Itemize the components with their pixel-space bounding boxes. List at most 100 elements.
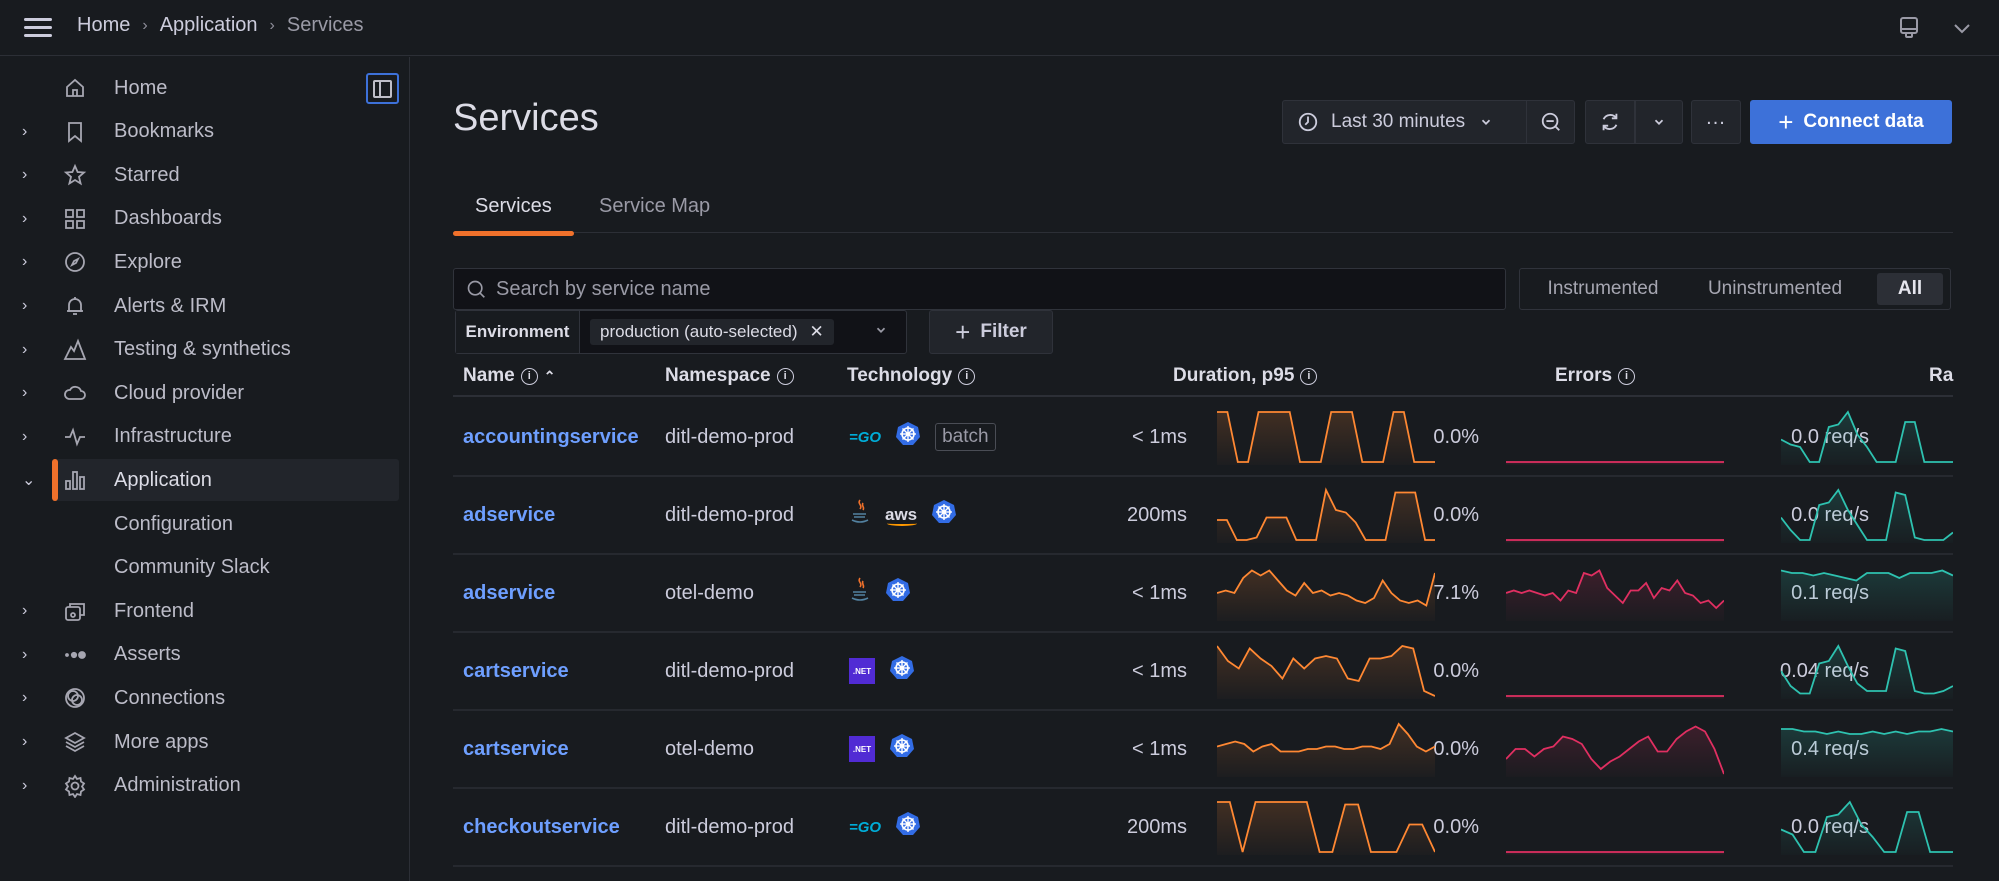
chevron-right-icon[interactable]: › [22, 602, 36, 620]
chevron-right-icon[interactable]: › [22, 297, 36, 315]
column-rate[interactable]: Ra [1929, 365, 1953, 387]
kiosk-icon[interactable] [1897, 16, 1921, 40]
chevron-right-icon[interactable]: › [22, 166, 36, 184]
sidebar-item-infrastructure[interactable]: › Infrastructure [0, 416, 400, 458]
sidebar-item-configuration[interactable]: Configuration [0, 503, 400, 545]
sidebar-item-bookmarks[interactable]: › Bookmarks [0, 111, 400, 153]
segment-uninstrumented[interactable]: Uninstrumented [1690, 273, 1860, 305]
more-options-button[interactable]: ... [1691, 100, 1741, 144]
kubernetes-icon [931, 499, 957, 531]
chevron-right-icon[interactable]: › [22, 428, 36, 446]
info-icon[interactable]: i [958, 367, 976, 385]
chevron-down-icon[interactable] [874, 323, 888, 340]
chevron-right-icon[interactable]: › [22, 341, 36, 359]
table-row[interactable]: cartserviceditl-demo-prod.NET< 1ms0.0%0.… [453, 633, 1953, 711]
service-name-link[interactable]: adservice [463, 555, 555, 631]
chevron-right-icon[interactable]: › [22, 384, 36, 402]
sidebar-item-more-apps[interactable]: › More apps [0, 721, 400, 763]
rate-sparkline-line [1781, 488, 1953, 541]
chevron-right-icon[interactable]: › [22, 689, 36, 707]
sidebar-item-application[interactable]: ⌄ Application [22, 459, 399, 502]
sidebar-item-explore[interactable]: › Explore [0, 241, 400, 283]
tab-service-map[interactable]: Service Map [577, 189, 732, 224]
column-duration[interactable]: Duration, p95 i [1173, 365, 1318, 387]
sidebar-item-community-slack[interactable]: Community Slack [0, 547, 400, 589]
sidebar-item-connections[interactable]: › Connections [0, 677, 400, 719]
refresh-button[interactable] [1585, 100, 1635, 144]
column-technology[interactable]: Technology i [847, 365, 976, 387]
duration-sparkline-area [1217, 802, 1435, 855]
service-name-link[interactable]: cartservice [463, 711, 569, 787]
add-filter-button[interactable]: + Filter [929, 310, 1053, 354]
sidebar-item-home[interactable]: Home [0, 67, 400, 109]
zoom-out-button[interactable] [1526, 100, 1575, 144]
sidebar-item-label: Cloud provider [114, 381, 245, 404]
chevron-right-icon[interactable]: › [22, 123, 36, 141]
chevron-right-icon[interactable]: › [22, 646, 36, 664]
sidebar-item-asserts[interactable]: › Asserts [0, 634, 400, 676]
tab-services[interactable]: Services [453, 189, 574, 236]
aws-icon: aws [885, 505, 918, 526]
service-name-link[interactable]: cartservice [463, 633, 569, 709]
column-name-label: Name [463, 365, 515, 386]
layers-icon [63, 730, 87, 754]
clock-icon [1298, 112, 1318, 132]
search-field[interactable] [453, 268, 1506, 310]
column-namespace[interactable]: Namespace i [665, 365, 794, 387]
chevron-down-icon[interactable]: ⌄ [22, 470, 36, 490]
column-name[interactable]: Name i ⌃ [463, 365, 555, 387]
sidebar-item-dashboards[interactable]: › Dashboards [0, 198, 400, 240]
chevron-right-icon[interactable]: › [22, 733, 36, 751]
connect-data-button[interactable]: + Connect data [1750, 100, 1952, 144]
refresh-interval-dropdown[interactable] [1635, 100, 1683, 144]
breadcrumb-separator: › [142, 16, 148, 34]
chevron-right-icon[interactable]: › [22, 253, 36, 271]
info-icon[interactable]: i [520, 367, 538, 385]
sidebar-item-starred[interactable]: › Starred [0, 154, 400, 196]
table-row[interactable]: adserviceotel-demo< 1ms7.1%0.1 req/s [453, 555, 1953, 633]
sidebar-item-testing-synthetics[interactable]: › Testing & synthetics [0, 329, 400, 371]
breadcrumb-application[interactable]: Application [160, 14, 258, 37]
table-row[interactable]: accountingservice ditl-demo-prod =GO batch <… [453, 399, 1953, 477]
column-rate-label: Ra [1929, 365, 1954, 386]
sidebar-item-label: Asserts [114, 643, 181, 666]
sort-ascending-icon: ⌃ [543, 367, 556, 384]
search-input[interactable] [496, 277, 1396, 301]
sidebar-item-frontend[interactable]: › Frontend [0, 590, 400, 632]
duration-value: < 1ms [1131, 581, 1187, 604]
breadcrumb-home[interactable]: Home [77, 14, 130, 37]
table-row[interactable]: adserviceditl-demo-prodaws200ms0.0%0.0 r… [453, 477, 1953, 555]
info-icon[interactable]: i [776, 367, 794, 385]
chevron-down-icon[interactable] [1950, 16, 1974, 40]
chevron-right-icon[interactable]: › [22, 777, 36, 795]
sidebar: Home › Bookmarks › Starred › Dashboards › Explor… [0, 57, 410, 881]
time-range-picker[interactable]: Last 30 minutes [1282, 100, 1527, 144]
column-errors[interactable]: Errors i [1555, 365, 1636, 387]
sidebar-item-cloud-provider[interactable]: › Cloud provider [0, 372, 400, 414]
info-icon[interactable]: i [1618, 367, 1636, 385]
menu-icon[interactable] [24, 18, 52, 38]
service-name-link[interactable]: adservice [463, 477, 555, 553]
service-name-link[interactable]: checkoutservice [463, 789, 620, 865]
service-name-link[interactable]: accountingservice [463, 399, 639, 475]
table-row[interactable]: checkoutservice ditl-demo-prod =GO 200ms 0.0… [453, 789, 1953, 867]
technology-cell [849, 555, 911, 631]
java-icon [849, 576, 871, 610]
environment-label: Environment [456, 311, 580, 353]
column-namespace-label: Namespace [665, 365, 771, 386]
sidebar-item-label: Application [114, 468, 212, 491]
bar-chart-icon [63, 468, 87, 492]
segment-instrumented[interactable]: Instrumented [1528, 273, 1678, 305]
rate-sparkline-area [1781, 570, 1953, 621]
close-icon[interactable]: ✕ [810, 322, 824, 342]
chevron-right-icon[interactable]: › [22, 210, 36, 228]
segment-all[interactable]: All [1877, 273, 1943, 305]
filter-label: Filter [980, 321, 1027, 342]
environment-filter[interactable]: Environment production (auto-selected) ✕ [455, 310, 907, 354]
info-icon[interactable]: i [1300, 367, 1318, 385]
sidebar-item-administration[interactable]: › Administration [0, 765, 400, 807]
duration-sparkline [1217, 411, 1435, 465]
table-row[interactable]: cartserviceotel-demo.NET< 1ms0.0%0.4 req… [453, 711, 1953, 789]
sidebar-item-alerts-irm[interactable]: › Alerts & IRM [0, 285, 400, 327]
dotnet-icon: .NET [849, 658, 875, 684]
